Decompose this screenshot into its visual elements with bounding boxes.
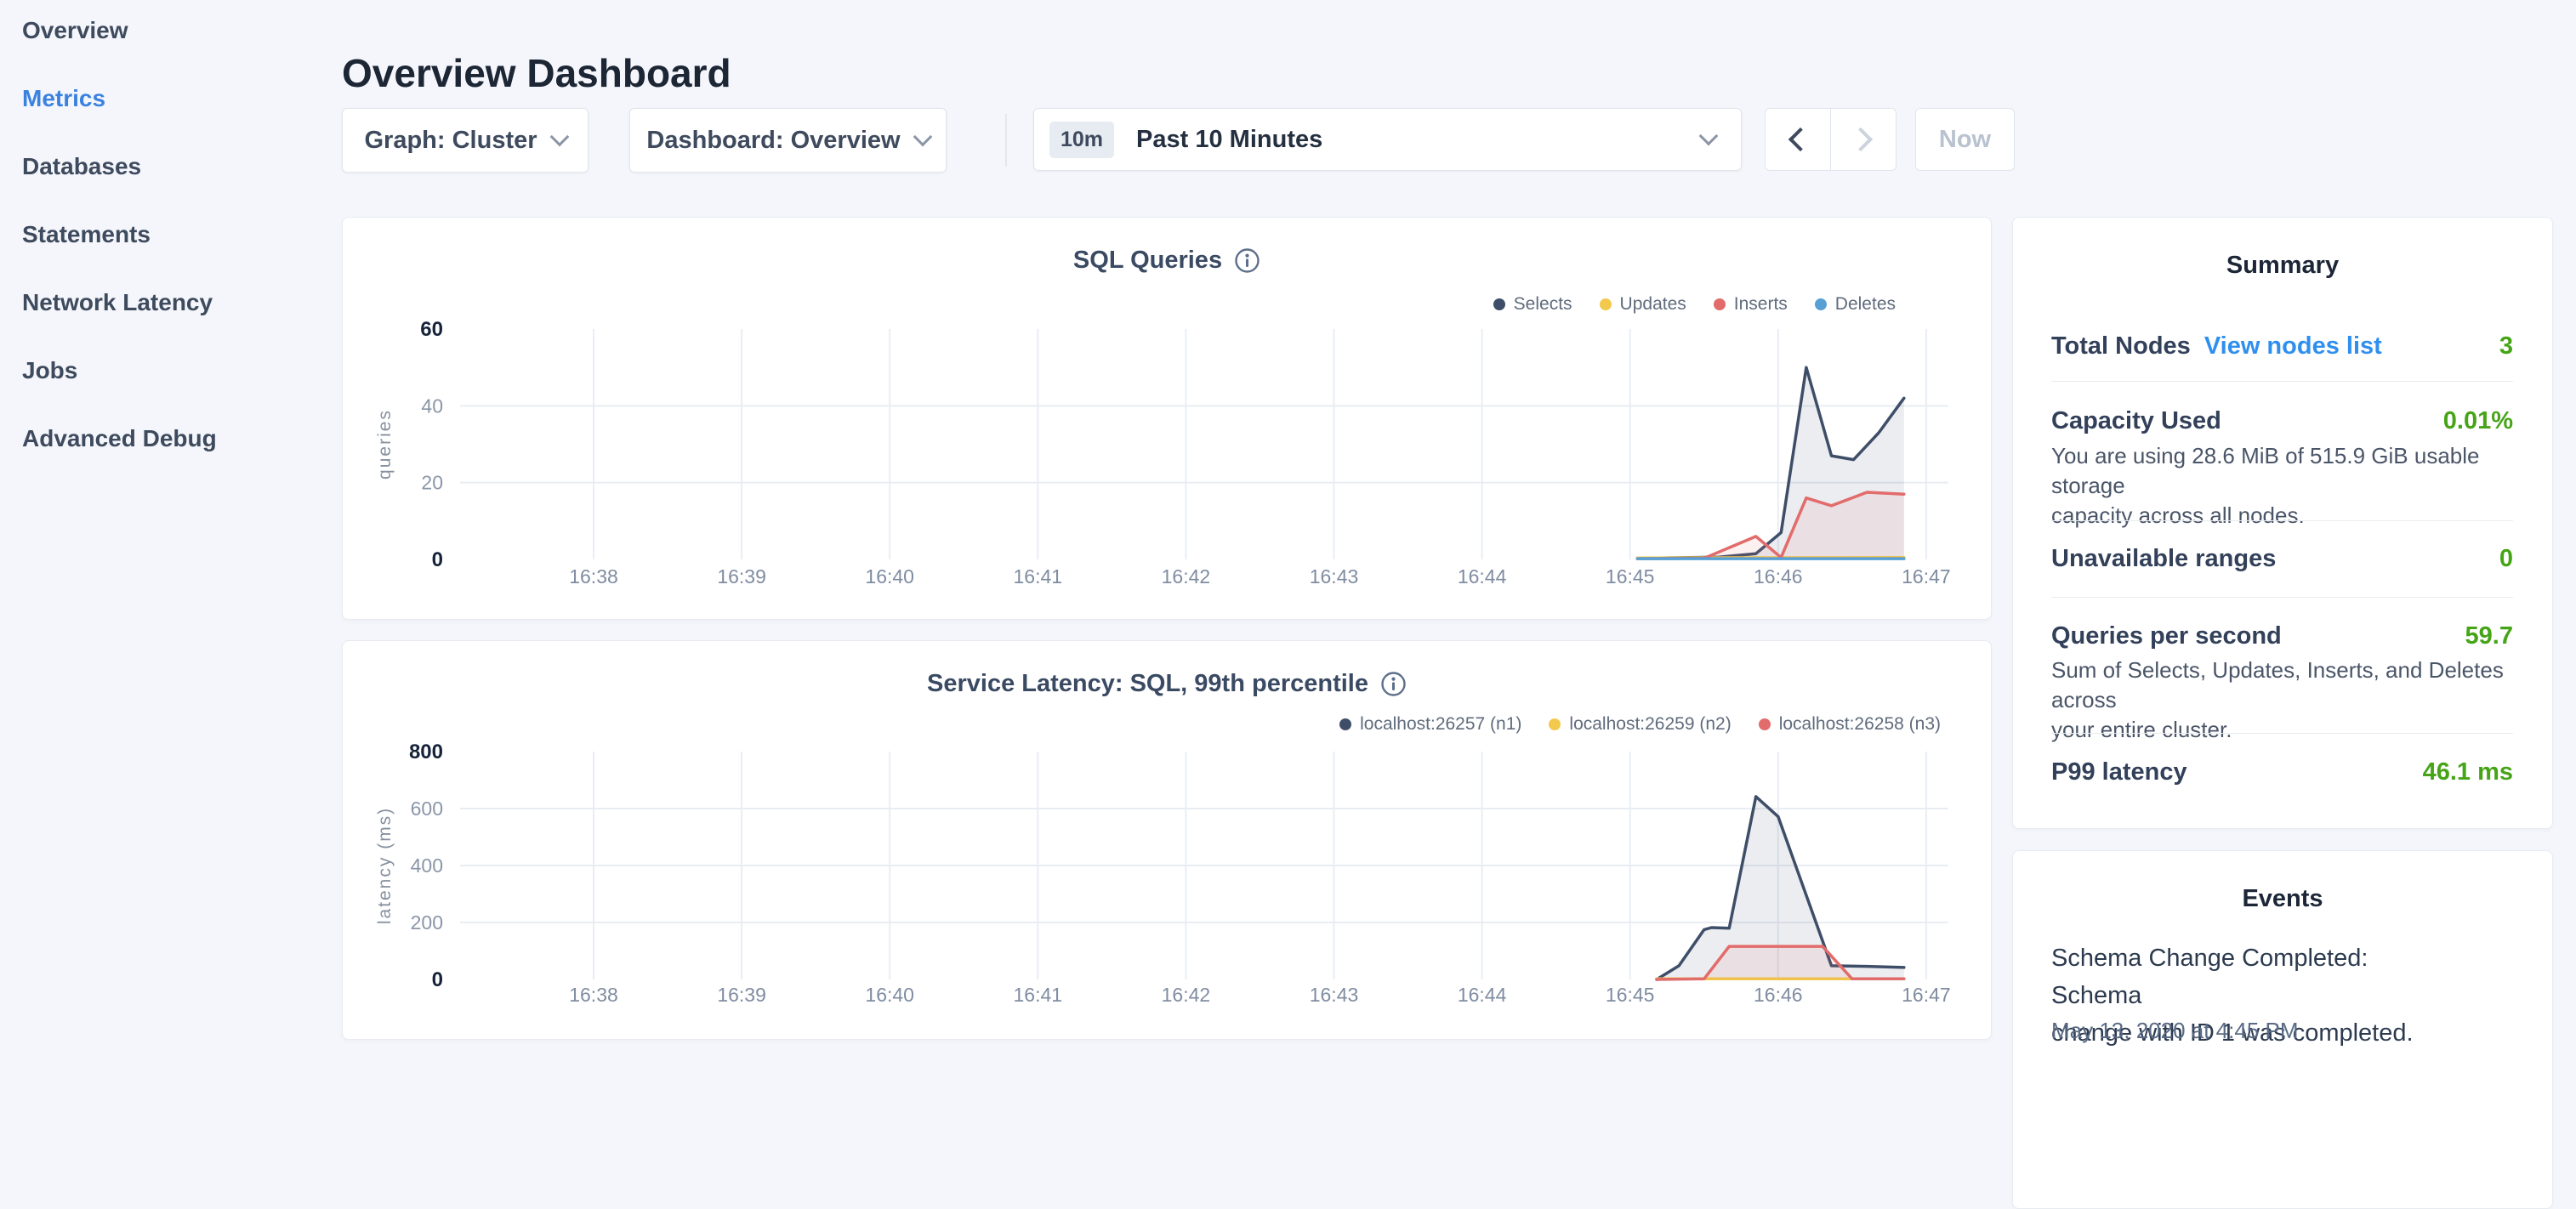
page-title: Overview Dashboard — [342, 52, 731, 94]
summary-row-label: Unavailable ranges — [2051, 543, 2276, 574]
x-axis-tick-label: 16:47 — [1902, 984, 1951, 1006]
sidebar-item-databases[interactable]: Databases — [22, 150, 303, 218]
x-axis-tick-label: 16:47 — [1902, 565, 1951, 587]
summary-row: Total Nodes View nodes list 3 — [2051, 331, 2513, 361]
time-range-label: Past 10 Minutes — [1136, 126, 1322, 154]
time-forward-button[interactable] — [1830, 108, 1896, 171]
sidebar-nav: OverviewMetricsDatabasesStatementsNetwor… — [22, 14, 303, 490]
summary-row-value: 3 — [2499, 331, 2513, 361]
x-axis-tick-label: 16:46 — [1754, 984, 1803, 1006]
summary-panel: Summary Total Nodes View nodes list 3 Capac… — [2012, 217, 2553, 829]
summary-row-label: P99 latency — [2051, 757, 2187, 787]
x-axis-tick-label: 16:45 — [1606, 565, 1655, 587]
y-axis-tick-label: 400 — [411, 854, 443, 877]
sidebar-item-statements[interactable]: Statements — [22, 218, 303, 286]
summary-row-label: Queries per second — [2051, 621, 2282, 651]
now-button[interactable]: Now — [1915, 108, 2015, 171]
x-axis-tick-label: 16:39 — [717, 984, 766, 1006]
chevron-left-icon — [1788, 128, 1812, 151]
y-axis-tick-label: 800 — [409, 741, 443, 763]
summary-divider — [2051, 520, 2513, 521]
time-range-selector[interactable]: 10m Past 10 Minutes — [1033, 108, 1742, 171]
view-nodes-list-link[interactable]: View nodes list — [2204, 331, 2382, 361]
y-axis-tick-label: 200 — [411, 911, 443, 934]
service-latency-chart-card: Service Latency: SQL, 99th percentile lo… — [342, 640, 1992, 1040]
x-axis-tick-label: 16:43 — [1310, 984, 1359, 1006]
x-axis-tick-label: 16:39 — [717, 565, 766, 587]
chevron-down-icon — [913, 128, 932, 147]
event-timestamp: May 13, 2020 at 4:45 PM — [2051, 1018, 2299, 1044]
x-axis-tick-label: 16:41 — [1014, 984, 1063, 1006]
y-axis-title: latency (ms) — [375, 807, 395, 924]
sql-chart-plot[interactable]: 16:38 16:39 16:40 16:41 16:42 16:43 16:44 16:45… — [343, 218, 1991, 619]
summary-row-description: You are using 28.6 MiB of 515.9 GiB usab… — [2051, 441, 2513, 531]
sql-queries-chart-card: SQL Queries SelectsUpdatesInsertsDeletes… — [342, 217, 1992, 620]
x-axis-tick-label: 16:44 — [1458, 984, 1507, 1006]
x-axis-tick-label: 16:42 — [1162, 984, 1211, 1006]
chevron-down-icon — [549, 128, 569, 147]
y-axis-title: queries — [375, 409, 395, 480]
summary-panel-title: Summary — [2013, 252, 2552, 280]
summary-row-description: Sum of Selects, Updates, Inserts, and De… — [2051, 656, 2513, 745]
x-axis-tick-label: 16:46 — [1754, 565, 1803, 587]
events-panel-title: Events — [2013, 885, 2552, 913]
summary-row-label: Total Nodes — [2051, 331, 2191, 361]
y-axis-tick-label: 0 — [432, 548, 443, 571]
summary-row: Unavailable ranges 0 — [2051, 543, 2513, 574]
x-axis-tick-label: 16:42 — [1162, 565, 1211, 587]
sidebar-item-advanced-debug[interactable]: Advanced Debug — [22, 422, 303, 490]
x-axis-tick-label: 16:40 — [865, 984, 914, 1006]
y-axis-tick-label: 60 — [420, 318, 443, 341]
summary-row-label: Capacity Used — [2051, 406, 2221, 436]
y-axis-tick-label: 600 — [411, 797, 443, 820]
sidebar-item-jobs[interactable]: Jobs — [22, 354, 303, 422]
y-axis-tick-label: 40 — [421, 394, 443, 417]
dashboard-dropdown-label: Dashboard: Overview — [646, 127, 900, 155]
x-axis-tick-label: 16:38 — [569, 984, 618, 1006]
toolbar-divider — [1005, 114, 1007, 167]
x-axis-tick-label: 16:38 — [569, 565, 618, 587]
sidebar-item-overview[interactable]: Overview — [22, 14, 303, 82]
graph-scope-dropdown-label: Graph: Cluster — [364, 127, 537, 155]
y-axis-tick-label: 20 — [421, 472, 443, 494]
events-panel: Events Schema Change Completed: Schema c… — [2012, 850, 2553, 1209]
summary-row: Queries per second 59.7 — [2051, 621, 2513, 651]
chevron-down-icon — [1699, 127, 1719, 146]
summary-divider — [2051, 597, 2513, 598]
summary-row-value: 0.01% — [2443, 406, 2513, 436]
x-axis-tick-label: 16:44 — [1458, 565, 1507, 587]
sidebar-item-metrics[interactable]: Metrics — [22, 82, 303, 150]
y-axis-tick-label: 0 — [432, 968, 443, 991]
x-axis-tick-label: 16:43 — [1310, 565, 1359, 587]
x-axis-tick-label: 16:41 — [1014, 565, 1063, 587]
summary-divider — [2051, 733, 2513, 734]
dashboard-dropdown[interactable]: Dashboard: Overview — [629, 108, 947, 173]
summary-row-value: 46.1 ms — [2423, 757, 2513, 787]
time-back-button[interactable] — [1765, 108, 1831, 171]
latency-chart-plot[interactable]: 16:38 16:39 16:40 16:41 16:42 16:43 16:44 16:45… — [343, 641, 1991, 1039]
summary-row-value: 59.7 — [2465, 621, 2513, 651]
x-axis-tick-label: 16:40 — [865, 565, 914, 587]
chevron-right-icon — [1849, 128, 1873, 151]
graph-scope-dropdown[interactable]: Graph: Cluster — [342, 108, 589, 173]
x-axis-tick-label: 16:45 — [1606, 984, 1655, 1006]
summary-divider — [2051, 381, 2513, 382]
summary-row: P99 latency 46.1 ms — [2051, 757, 2513, 787]
summary-row-value: 0 — [2499, 543, 2513, 574]
sidebar-item-network-latency[interactable]: Network Latency — [22, 286, 303, 354]
summary-row: Capacity Used 0.01% — [2051, 406, 2513, 436]
time-range-badge: 10m — [1049, 122, 1114, 158]
